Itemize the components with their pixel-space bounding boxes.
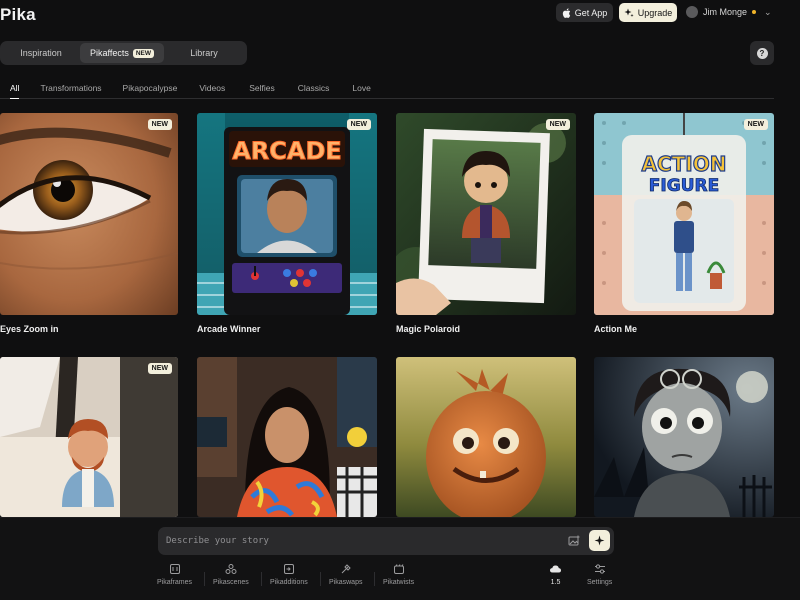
generate-button[interactable] (589, 530, 610, 551)
frames-icon (169, 564, 180, 574)
sparkle-icon (624, 8, 634, 17)
get-app-label: Get App (574, 7, 608, 18)
tool-label: Pikadditions (270, 579, 308, 586)
tool-pikaswaps[interactable]: Pikaswaps (329, 563, 362, 586)
upgrade-button[interactable]: Upgrade (619, 3, 677, 22)
user-name: Jim Monge (703, 7, 748, 17)
eye-closeup-image (0, 113, 178, 315)
category-tab-selfies[interactable]: Selfies (249, 80, 275, 98)
gothic-character-image (594, 357, 774, 517)
sliders-icon (594, 564, 605, 574)
action-figure-image: ACTION FIGURE (594, 113, 774, 315)
category-tab-classics[interactable]: Classics (298, 80, 330, 98)
tab-label: Inspiration (20, 48, 62, 58)
effect-card-8[interactable] (594, 357, 774, 517)
new-badge: NEW (743, 119, 768, 130)
box-text-figure: FIGURE (649, 176, 719, 196)
category-tab-videos[interactable]: Videos (199, 80, 225, 98)
main-tabs: Inspiration Pikaffects NEW Library (0, 41, 247, 65)
new-badge: NEW (147, 363, 172, 374)
monster-image (396, 357, 576, 517)
sparkle-icon (594, 535, 605, 546)
tab-library[interactable]: Library (164, 43, 244, 63)
image-upload-button[interactable] (566, 533, 582, 549)
effect-card-magic-polaroid[interactable]: NEW (396, 113, 576, 315)
card-title: Arcade Winner (197, 324, 261, 334)
tab-label: Library (190, 48, 218, 58)
help-button[interactable]: ? (750, 41, 774, 65)
tab-pikaffects[interactable]: Pikaffects NEW (80, 43, 164, 63)
card-title: Magic Polaroid (396, 324, 461, 334)
category-tab-pikapocalypse[interactable]: Pikapocalypse (123, 80, 178, 98)
swaps-icon (341, 564, 351, 574)
effect-card-5[interactable]: NEW (0, 357, 178, 517)
notification-dot (752, 10, 757, 14)
toolbar-divider (261, 572, 262, 586)
prompt-input[interactable] (166, 533, 556, 549)
card-title: Eyes Zoom in (0, 324, 59, 334)
user-menu[interactable]: Jim Monge ⌄ (686, 6, 772, 18)
image-upload-icon (568, 535, 580, 546)
tool-label: Pikaframes (157, 579, 193, 586)
effect-card-7[interactable] (396, 357, 576, 517)
upgrade-label: Upgrade (637, 7, 673, 18)
cloud-icon (550, 565, 561, 573)
settings-label: Settings (587, 579, 613, 586)
category-tab-all[interactable]: All (10, 80, 20, 99)
new-badge: NEW (346, 119, 371, 130)
get-app-button[interactable]: Get App (556, 3, 613, 22)
settings-button[interactable]: Settings (587, 563, 612, 586)
effect-card-action-me[interactable]: ACTION FIGURE NEW (594, 113, 774, 315)
selfie-image (197, 357, 377, 517)
toolbar-divider (320, 572, 321, 586)
model-version-label: 1.5 (550, 579, 561, 586)
toolbar-divider (374, 572, 375, 586)
tool-pikascenes[interactable]: Pikascenes (213, 563, 249, 586)
tool-pikatwists[interactable]: Pikatwists (383, 563, 414, 586)
polaroid-image (396, 113, 576, 315)
effect-card-6[interactable] (197, 357, 377, 517)
category-tab-transformations[interactable]: Transformations (40, 80, 101, 98)
new-badge: NEW (545, 119, 570, 130)
tool-label: Pikaswaps (329, 579, 363, 586)
arcade-image: ARCADE (197, 113, 377, 315)
apple-icon (562, 7, 570, 18)
tab-label: Pikaffects (89, 48, 129, 58)
card-title: Action Me (594, 324, 638, 334)
additions-icon (283, 564, 294, 574)
new-badge: NEW (132, 48, 155, 58)
effect-card-arcade-winner[interactable]: ARCADE NEW (197, 113, 377, 315)
effect-card-eyes-zoom-in[interactable]: NEW (0, 113, 178, 315)
pika-logo[interactable]: Pika (0, 5, 36, 25)
category-tab-love[interactable]: Love (352, 80, 370, 98)
tool-label: Pikascenes (213, 579, 249, 586)
tool-pikaframes[interactable]: Pikaframes (157, 563, 192, 586)
tool-label: Pikatwists (383, 579, 415, 586)
category-tabs: All Transformations Pikapocalypse Videos… (0, 80, 774, 99)
help-icon: ? (756, 47, 768, 59)
tab-inspiration[interactable]: Inspiration (2, 43, 80, 63)
arcade-sign-text: ARCADE (232, 137, 342, 165)
chevron-down-icon: ⌄ (764, 6, 772, 17)
box-text-action: ACTION (642, 152, 727, 176)
toolbar-divider (204, 572, 205, 586)
new-badge: NEW (147, 119, 172, 130)
scenes-icon (225, 564, 237, 574)
model-version-selector[interactable]: 1.5 (549, 563, 562, 586)
avatar (686, 6, 698, 18)
prompt-box (158, 527, 614, 555)
tool-pikadditions[interactable]: Pikadditions (270, 563, 308, 586)
crochet-doll-image (0, 357, 178, 517)
twists-icon (393, 564, 404, 574)
